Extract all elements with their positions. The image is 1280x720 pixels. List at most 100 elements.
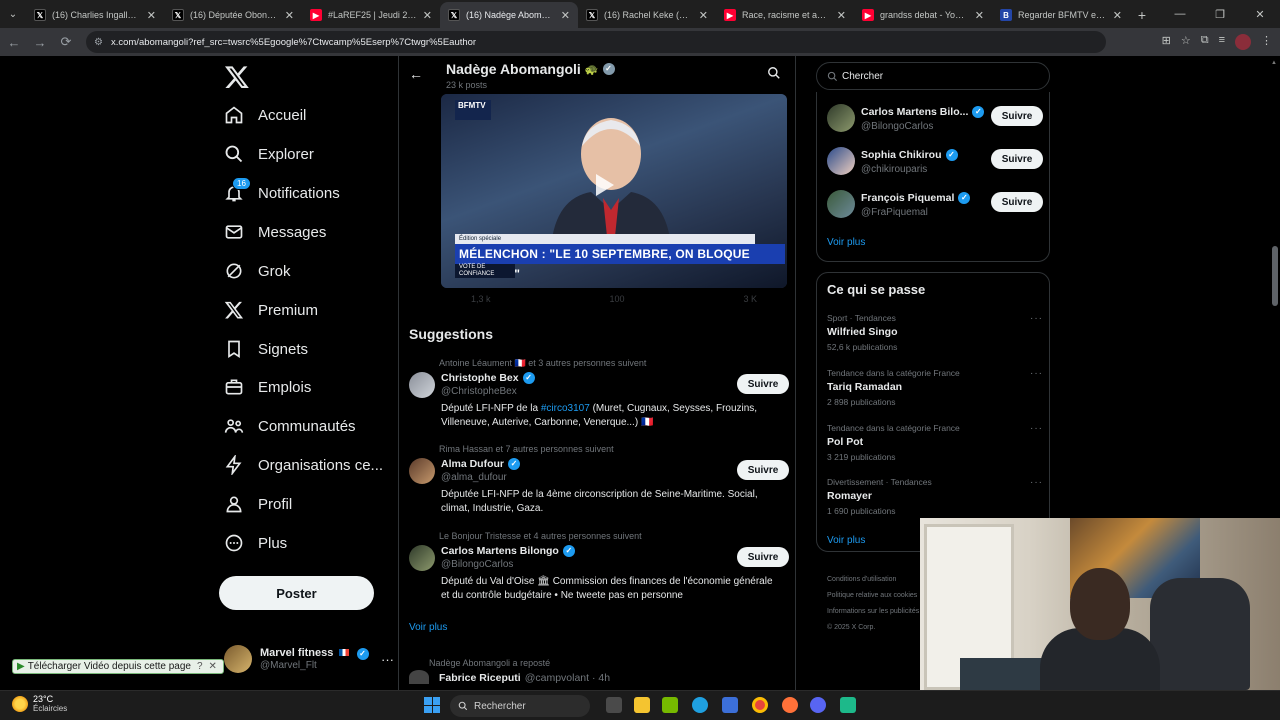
trend-item[interactable]: Tendance dans la catégorie France Pol Pot… (827, 423, 1043, 462)
nav-item-premium[interactable]: Premium (224, 294, 318, 326)
who-to-follow-voir-plus-link[interactable]: Voir plus (827, 237, 865, 248)
forward-icon[interactable]: → (28, 30, 52, 54)
firefox-icon[interactable] (782, 697, 798, 713)
footer-link[interactable]: Conditions d'utilisation (827, 572, 919, 588)
download-video-extension[interactable]: ▶ Télécharger Vidéo depuis cette page ? … (12, 659, 224, 674)
close-tab-icon[interactable]: ✕ (147, 9, 156, 22)
edge-icon[interactable] (692, 697, 708, 713)
extensions-icon[interactable]: ⧉ (1201, 34, 1209, 50)
trend-item[interactable]: Tendance dans la catégorie France Tariq R… (827, 368, 1043, 407)
reply-count[interactable]: 1,3 k (471, 294, 491, 310)
browser-tab[interactable]: ▶ grandss debat - YouTube ✕ (854, 2, 992, 28)
app-icon[interactable] (840, 697, 856, 713)
trends-voir-plus-link[interactable]: Voir plus (827, 535, 865, 546)
video-player[interactable]: BFMTV Édition spéciale MÉLENCHON : "LE 1… (441, 94, 787, 288)
x-logo-icon[interactable] (224, 64, 250, 90)
more-horizontal-icon[interactable]: ··· (1030, 313, 1043, 324)
who-name-row[interactable]: Sophia Chikirou ✓ (861, 149, 958, 161)
bookmark-star-icon[interactable]: ☆ (1181, 34, 1191, 50)
reload-icon[interactable]: ⟳ (54, 30, 78, 54)
account-switcher[interactable]: Marvel fitness ✓ @Marvel_Flt ··· (224, 642, 394, 676)
trend-item[interactable]: Sport · Tendances Wilfried Singo 52,6 k pu… (827, 313, 1043, 352)
tab-search-button[interactable]: ⌄ (0, 0, 26, 28)
play-button-icon[interactable] (596, 174, 614, 196)
task-view-icon[interactable] (606, 697, 622, 713)
avatar[interactable] (827, 104, 855, 132)
more-horizontal-icon[interactable]: ··· (1030, 477, 1043, 488)
post-button[interactable]: Poster (219, 576, 374, 610)
browser-tab[interactable]: B Regarder BFMTV en direct ✕ (992, 2, 1130, 28)
new-tab-button[interactable]: + (1130, 2, 1154, 28)
follow-button[interactable]: Suivre (991, 149, 1043, 169)
follow-button[interactable]: Suivre (991, 106, 1043, 126)
close-tab-icon[interactable]: ✕ (975, 9, 984, 22)
chrome-icon[interactable] (752, 697, 768, 713)
suggestions-voir-plus-link[interactable]: Voir plus (409, 622, 447, 633)
browser-tab[interactable]: ▶ Race, racisme et antiracisme ✕ (716, 2, 854, 28)
follow-button[interactable]: Suivre (991, 192, 1043, 212)
restore-icon[interactable]: ❐ (1200, 8, 1240, 21)
views-count[interactable]: 3 K (743, 294, 757, 310)
scroll-up-icon[interactable]: ▲ (1271, 60, 1277, 66)
who-name-row[interactable]: Carlos Martens Bilo... ✓ (861, 106, 985, 118)
url-input[interactable]: ⚙ x.com/abomangoli?ref_src=twsrc%5Egoogl… (86, 31, 1106, 53)
nav-item-notifications[interactable]: 16 Notifications (224, 177, 340, 209)
windows-start-icon[interactable] (424, 697, 440, 713)
who-to-follow-item[interactable]: François Piquemal ✓ @FraPiquemal Suivre (827, 190, 1043, 220)
site-info-icon[interactable]: ⚙ (94, 37, 103, 48)
who-name-row[interactable]: François Piquemal ✓ (861, 192, 971, 204)
close-tab-icon[interactable]: ✕ (837, 9, 846, 22)
suggestion-card[interactable]: Antoine Léaument 🇫🇷 et 3 autres personne… (409, 358, 789, 438)
discord-icon[interactable] (810, 697, 826, 713)
avatar[interactable] (409, 458, 435, 484)
avatar[interactable] (409, 372, 435, 398)
reading-list-icon[interactable]: ≡ (1219, 34, 1225, 50)
footer-link[interactable]: Informations sur les publicités (827, 604, 919, 620)
suggestion-card[interactable]: Le Bonjour Tristesse et 4 autres personn… (409, 531, 789, 611)
avatar[interactable] (827, 147, 855, 175)
suggestion-name-row[interactable]: Christophe Bex ✓ (441, 372, 535, 384)
follow-button[interactable]: Suivre (737, 460, 789, 480)
store-icon[interactable] (722, 697, 738, 713)
search-input[interactable]: Chercher (816, 62, 1050, 90)
nav-item-accueil[interactable]: Accueil (224, 99, 306, 131)
retweet-count[interactable]: 100 (609, 294, 624, 310)
next-tweet[interactable]: Fabrice Riceputi @campvolant · 4h (409, 670, 610, 684)
close-tab-icon[interactable]: ✕ (561, 9, 570, 22)
browser-menu-icon[interactable]: ⋮ (1261, 34, 1272, 50)
nav-item-organisations-ce[interactable]: Organisations ce... (224, 449, 383, 481)
suggestion-name-row[interactable]: Carlos Martens Bilongo ✓ (441, 545, 575, 557)
install-app-icon[interactable]: ⊞ (1162, 34, 1171, 50)
search-icon[interactable] (767, 66, 781, 80)
nav-item-communautés[interactable]: Communautés (224, 410, 356, 442)
avatar[interactable] (409, 545, 435, 571)
who-to-follow-item[interactable]: Carlos Martens Bilo... ✓ @BilongoCarlos Sui… (827, 104, 1043, 134)
follow-button[interactable]: Suivre (737, 374, 789, 394)
browser-tab[interactable]: 𝕏 (16) Rachel Keke (@KekeR ✕ (578, 2, 716, 28)
minimize-icon[interactable]: — (1160, 8, 1200, 20)
avatar[interactable] (827, 190, 855, 218)
nav-item-profil[interactable]: Profil (224, 488, 292, 520)
nav-item-emplois[interactable]: Emplois (224, 371, 311, 403)
nav-item-messages[interactable]: Messages (224, 216, 326, 248)
nav-item-grok[interactable]: Grok (224, 255, 291, 287)
more-horizontal-icon[interactable]: ··· (1030, 368, 1043, 379)
close-window-icon[interactable]: ✕ (1240, 8, 1280, 21)
bio-hashtag-link[interactable]: #circo3107 (541, 403, 590, 414)
nav-item-signets[interactable]: Signets (224, 333, 308, 365)
nav-item-explorer[interactable]: Explorer (224, 138, 314, 170)
file-explorer-icon[interactable] (634, 697, 650, 713)
browser-tab[interactable]: 𝕏 (16) Députée Obono (@Dan ✕ (164, 2, 302, 28)
trend-item[interactable]: Divertissement · Tendances Romayer 1 690 p… (827, 477, 1043, 516)
footer-link[interactable]: Politique relative aux cookies (827, 588, 919, 604)
who-to-follow-item[interactable]: Sophia Chikirou ✓ @chikirouparis Suivre (827, 147, 1043, 177)
close-tab-icon[interactable]: ✕ (699, 9, 708, 22)
weather-widget[interactable]: 23°C Éclaircies (12, 694, 67, 713)
suggestion-name-row[interactable]: Alma Dufour ✓ (441, 458, 520, 470)
close-tab-icon[interactable]: ✕ (285, 9, 294, 22)
close-icon[interactable]: ✕ (209, 661, 217, 672)
footer-link[interactable]: © 2025 X Corp. (827, 620, 919, 636)
back-icon[interactable]: ← (2, 30, 26, 54)
suggestion-card[interactable]: Rima Hassan et 7 autres personnes suiven… (409, 444, 789, 524)
close-tab-icon[interactable]: ✕ (1113, 9, 1122, 22)
